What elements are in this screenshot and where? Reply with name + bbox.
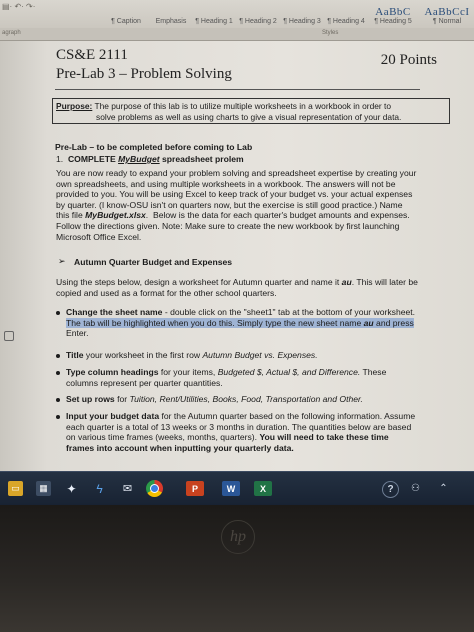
- lab-title: Pre-Lab 3 – Problem Solving: [56, 66, 232, 82]
- people-icon[interactable]: ⚇: [408, 481, 423, 496]
- dropbox-icon[interactable]: ✦: [64, 481, 79, 496]
- mail-icon[interactable]: ✉: [120, 481, 135, 496]
- style-normal[interactable]: AaBbCcI ¶ Normal: [420, 3, 474, 25]
- chevron-up-icon[interactable]: ⌃: [436, 481, 451, 496]
- excel-icon[interactable]: X: [254, 481, 272, 496]
- highlighted-text[interactable]: The tab will be highlighted when you do …: [66, 317, 414, 328]
- bullet-icon: [56, 371, 60, 375]
- bullet-set-up-rows: Set up rows for Tuition, Rent/Utilities,…: [66, 394, 363, 404]
- help-icon[interactable]: ?: [382, 481, 399, 498]
- purpose-label: Purpose:: [56, 101, 93, 111]
- mouse-cursor-icon: [4, 331, 14, 341]
- bullet-icon: [56, 311, 60, 315]
- styles-group-label: Styles: [322, 30, 339, 36]
- points-label: 20 Points: [380, 52, 437, 68]
- bullet-change-sheet-name: Change the sheet name - double click on …: [66, 307, 416, 339]
- store-icon[interactable]: ▦: [36, 481, 51, 496]
- word-styles-ribbon: ▤· ↶· ↷· ¶ Caption Emphasis ¶ Heading 1 …: [0, 0, 474, 29]
- bullet-input-budget: Input your budget data for the Autumn qu…: [66, 411, 416, 453]
- document-page[interactable]: CS&E 2111 Pre-Lab 3 – Problem Solving 20…: [0, 41, 474, 471]
- app-icon[interactable]: ϟ: [92, 481, 107, 496]
- style-heading-4[interactable]: ¶ Heading 4: [325, 3, 367, 25]
- ribbon-group-labels: agraph Styles: [0, 28, 474, 41]
- autumn-heading: Autumn Quarter Budget and Expenses: [74, 257, 233, 267]
- bullet-icon: [56, 415, 60, 419]
- word-icon[interactable]: W: [222, 481, 240, 496]
- style-heading-1[interactable]: ¶ Heading 1: [193, 3, 235, 25]
- autumn-paragraph: Using the steps below, design a workshee…: [56, 277, 418, 298]
- style-heading-2[interactable]: ¶ Heading 2: [237, 3, 279, 25]
- quick-access-toolbar[interactable]: ▤· ↶· ↷·: [2, 2, 35, 11]
- bullet-icon: [56, 398, 60, 402]
- powerpoint-icon[interactable]: P: [186, 481, 204, 496]
- title-divider: [55, 89, 420, 90]
- bullet-column-headings: Type column headings for your items, Bud…: [66, 367, 387, 388]
- purpose-box: Purpose: The purpose of this lab is to u…: [52, 98, 450, 124]
- style-heading-3[interactable]: ¶ Heading 3: [281, 3, 323, 25]
- bullet-title: Title your worksheet in the first row Au…: [66, 350, 318, 360]
- prelab-heading: Pre-Lab – to be completed before coming …: [55, 142, 253, 152]
- file-explorer-icon[interactable]: ▭: [8, 481, 23, 496]
- intro-paragraph: You are now ready to expand your problem…: [56, 168, 417, 242]
- taskbar: ▭ ▦ ✦ ϟ ✉ P W X ? ⚇ ⌃: [0, 471, 474, 506]
- hp-logo: hp: [221, 520, 255, 554]
- arrow-bullet-icon: ➢: [58, 256, 66, 266]
- style-caption[interactable]: ¶ Caption: [106, 3, 146, 25]
- step-1: 1. COMPLETE MyBudget spreadsheet prolem: [56, 154, 244, 164]
- paragraph-group-label: agraph: [2, 30, 21, 36]
- bullet-icon: [56, 354, 60, 358]
- chrome-icon[interactable]: [146, 480, 163, 497]
- style-heading-5[interactable]: AaBbC ¶ Heading 5: [369, 3, 417, 25]
- style-emphasis[interactable]: Emphasis: [152, 3, 190, 25]
- course-title: CS&E 2111: [56, 47, 128, 63]
